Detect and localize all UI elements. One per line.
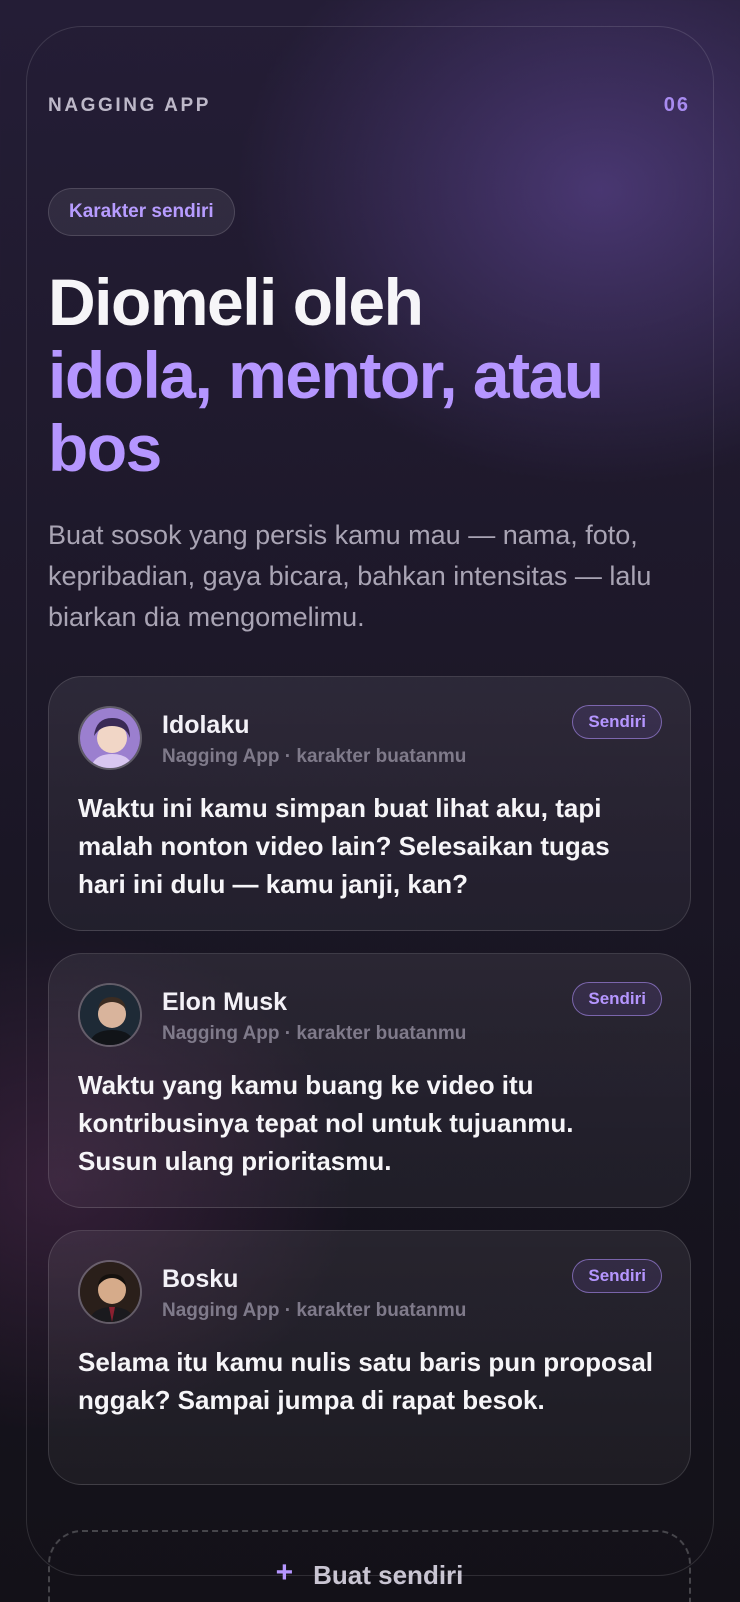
source-badge: Sendiri [572,982,662,1016]
nag-message: Waktu ini kamu simpan buat lihat aku, ta… [78,793,610,899]
category-tag: Karakter sendiri [48,188,235,236]
character-meta: Nagging App · karakter buatanmu [162,1300,467,1321]
avatar [78,1260,142,1324]
character-card-elon-musk[interactable]: Elon Musk Nagging App · karakter buatanm… [48,953,691,1208]
character-card-bosku[interactable]: Bosku Nagging App · karakter buatanmu Se… [48,1230,691,1485]
page-subtitle: Buat sosok yang persis kamu mau — nama, … [48,520,652,632]
character-name: Bosku [162,1265,239,1293]
avatar [78,706,142,770]
nag-message: Selama itu kamu nulis satu baris pun pro… [78,1347,654,1415]
source-badge: Sendiri [572,705,662,739]
top-bar: NAGGING APP 06 [48,94,690,117]
app-name: NAGGING APP [48,94,212,116]
character-name: Elon Musk [162,988,288,1016]
create-button-label: Buat sendiri [313,1560,464,1590]
nag-message: Waktu yang kamu buang ke video itu kontr… [78,1070,574,1176]
create-character-button[interactable]: + Buat sendiri [48,1530,691,1602]
title-line-2: idola, mentor, atau bos [48,338,604,485]
character-meta: Nagging App · karakter buatanmu [162,1023,467,1044]
avatar [78,983,142,1047]
character-name: Idolaku [162,711,250,739]
character-meta: Nagging App · karakter buatanmu [162,746,467,767]
page-number: 06 [663,94,690,116]
source-badge: Sendiri [572,1259,662,1293]
page-title: Diomeli oleh idola, mentor, atau bos [48,266,708,485]
character-card-idolaku[interactable]: Idolaku Nagging App · karakter buatanmu … [48,676,691,931]
plus-icon: + [275,1556,294,1589]
title-line-1: Diomeli oleh [48,265,424,339]
